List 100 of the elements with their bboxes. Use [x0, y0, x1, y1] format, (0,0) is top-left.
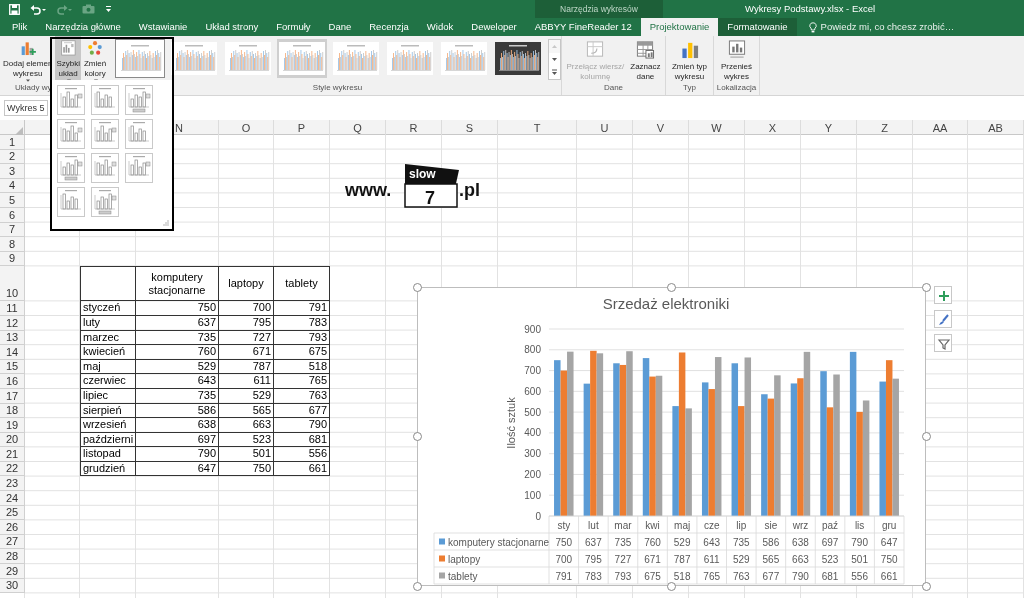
bar[interactable] — [885, 360, 893, 516]
layout-thumbnail[interactable] — [125, 153, 153, 183]
bar[interactable] — [655, 375, 663, 516]
column-header[interactable]: AA — [913, 120, 968, 137]
resize-handle[interactable] — [922, 283, 931, 292]
layout-thumbnail[interactable] — [125, 119, 153, 149]
row-header[interactable]: 28 — [0, 549, 25, 565]
bar[interactable] — [567, 351, 574, 516]
ribbon-tab[interactable]: Projektowanie — [640, 18, 719, 36]
ribbon-tab[interactable]: Układ strony — [196, 18, 268, 36]
resize-handle[interactable] — [413, 582, 422, 591]
bar[interactable] — [849, 351, 857, 516]
bar[interactable] — [708, 389, 715, 516]
bar[interactable] — [619, 364, 627, 516]
row-header[interactable]: 10 — [0, 266, 25, 302]
layout-thumbnail[interactable] — [91, 119, 119, 149]
row-header[interactable]: 5 — [0, 193, 25, 208]
layout-thumbnail[interactable] — [91, 153, 119, 183]
chart-style-thumbnail[interactable] — [439, 39, 489, 78]
tell-me-search[interactable]: Powiedz mi, co chcesz zrobić… — [796, 18, 955, 36]
column-header[interactable]: T — [498, 120, 577, 137]
bar[interactable] — [856, 411, 863, 516]
bar[interactable] — [590, 350, 597, 516]
bar[interactable] — [672, 406, 679, 516]
ribbon-button[interactable]: Zmień typ wykresu — [670, 36, 709, 82]
row-header[interactable]: 8 — [0, 237, 25, 252]
resize-handle[interactable] — [413, 432, 422, 441]
ribbon-tab[interactable]: Formatowanie — [718, 18, 797, 36]
resize-handle[interactable] — [922, 582, 931, 591]
column-header[interactable]: P — [274, 120, 330, 137]
column-header[interactable]: S — [442, 120, 498, 137]
layout-thumbnail[interactable] — [91, 187, 119, 217]
ribbon-tab[interactable]: Deweloper — [462, 18, 526, 36]
resize-handle[interactable] — [667, 283, 676, 292]
bar[interactable] — [767, 398, 775, 516]
bar[interactable] — [560, 370, 568, 516]
ribbon-button[interactable]: Zaznacz dane — [629, 36, 662, 82]
ribbon-tab[interactable]: Narzędzia główne — [36, 18, 130, 36]
chart-style-thumbnail[interactable] — [169, 39, 219, 78]
name-box[interactable]: Wykres 5 — [4, 100, 48, 116]
bar[interactable] — [583, 383, 591, 516]
resize-handle[interactable] — [922, 432, 931, 441]
layout-thumbnail[interactable] — [57, 119, 85, 149]
bar[interactable] — [833, 374, 840, 516]
bar[interactable] — [626, 351, 633, 516]
column-header[interactable]: R — [386, 120, 442, 137]
bar[interactable] — [761, 394, 768, 516]
chart-area[interactable] — [417, 287, 926, 586]
row-header[interactable]: 14 — [0, 345, 25, 360]
bar[interactable] — [678, 352, 686, 516]
undo-icon[interactable] — [30, 3, 46, 15]
bar[interactable] — [826, 407, 834, 516]
customize-caret-icon[interactable] — [105, 5, 112, 13]
ribbon-tab[interactable]: Wstawianie — [129, 18, 197, 36]
column-header[interactable]: O — [219, 120, 274, 137]
bar[interactable] — [774, 375, 781, 516]
chart-style-thumbnail[interactable] — [493, 39, 543, 78]
bar[interactable] — [701, 382, 709, 516]
bar[interactable] — [738, 406, 745, 516]
column-header[interactable]: AB — [968, 120, 1024, 137]
bar[interactable] — [685, 408, 692, 516]
column-header[interactable]: V — [633, 120, 689, 137]
bar[interactable] — [714, 357, 722, 516]
chart-style-thumbnail[interactable] — [223, 39, 273, 78]
row-header[interactable]: 1 — [0, 135, 25, 150]
row-header[interactable]: 26 — [0, 520, 25, 535]
column-header[interactable]: U — [577, 120, 633, 137]
chart-style-thumbnail[interactable] — [115, 39, 165, 78]
column-header[interactable]: Z — [857, 120, 913, 137]
bar[interactable] — [803, 351, 811, 516]
bar[interactable] — [731, 363, 739, 516]
resize-handle[interactable] — [413, 283, 422, 292]
ribbon-button[interactable]: Zmień kolory — [82, 36, 108, 82]
bar[interactable] — [879, 381, 886, 516]
bar[interactable] — [649, 376, 656, 516]
ribbon-tab[interactable]: Widok — [417, 18, 463, 36]
bar[interactable] — [554, 360, 561, 516]
chart-style-thumbnail[interactable] — [277, 39, 327, 78]
column-header[interactable]: X — [745, 120, 801, 137]
column-header[interactable]: W — [689, 120, 745, 137]
ribbon-tab[interactable]: Plik — [3, 18, 37, 36]
bar[interactable] — [642, 358, 650, 516]
row-header[interactable]: 11 — [0, 301, 25, 316]
ribbon-tab[interactable]: Dane — [319, 18, 361, 36]
save-icon[interactable] — [9, 3, 20, 15]
resize-grip-icon[interactable] — [163, 220, 169, 226]
row-header[interactable]: 29 — [0, 564, 25, 579]
row-header[interactable]: 3 — [0, 164, 25, 179]
ribbon-tab[interactable]: Formuły — [267, 18, 320, 36]
camera-icon[interactable] — [82, 4, 95, 14]
chart-style-thumbnail[interactable] — [385, 39, 435, 78]
resize-handle[interactable] — [667, 582, 676, 591]
layout-thumbnail[interactable] — [91, 85, 119, 115]
layout-thumbnail[interactable] — [57, 187, 85, 217]
bar[interactable] — [797, 378, 804, 516]
bar[interactable] — [862, 400, 870, 516]
bar[interactable] — [596, 353, 604, 516]
column-header[interactable]: Q — [330, 120, 386, 137]
select-all-icon[interactable] — [14, 126, 23, 136]
redo-icon[interactable] — [56, 3, 72, 15]
